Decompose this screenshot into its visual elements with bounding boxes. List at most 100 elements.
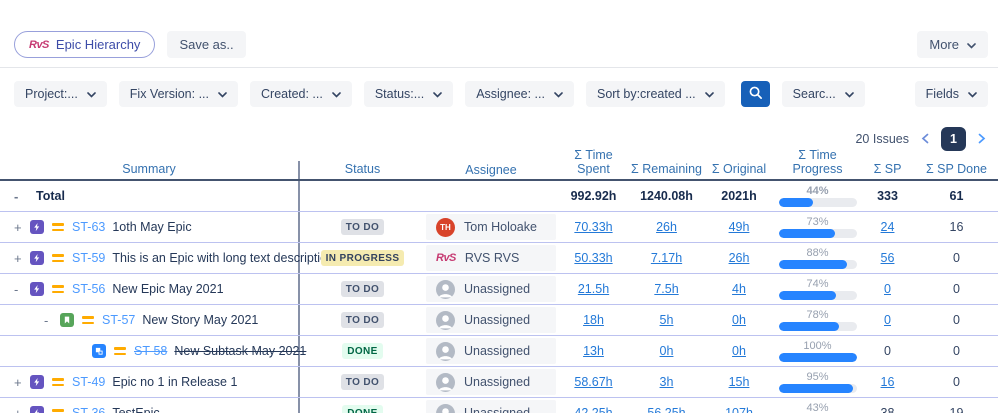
remaining-link[interactable]: 7.17h <box>651 251 682 265</box>
total-row: - Total 992.92h 1240.08h 2021h 44% 333 6… <box>0 181 998 212</box>
status-badge[interactable]: TO DO <box>340 281 385 297</box>
row-expander[interactable]: + <box>14 251 30 266</box>
filter-search-field[interactable]: Searc... <box>781 81 865 107</box>
status-badge[interactable]: TO DO <box>340 312 385 328</box>
prev-page-button[interactable] <box>921 132 929 147</box>
col-header-summary[interactable]: Summary <box>0 161 300 179</box>
issue-key-link[interactable]: ST-63 <box>72 220 105 234</box>
issue-key-link[interactable]: ST-36 <box>72 406 105 413</box>
search-button[interactable] <box>740 81 770 107</box>
original-link[interactable]: 0h <box>732 344 746 358</box>
issue-key-link[interactable]: ST-56 <box>72 282 105 296</box>
total-remaining: 1240.08h <box>640 189 693 203</box>
assignee-cell[interactable]: Unassigned <box>426 369 556 395</box>
filter-assignee[interactable]: Assignee: ... <box>465 81 574 107</box>
original-link[interactable]: 49h <box>729 220 750 234</box>
sp-done-value: 0 <box>953 344 960 358</box>
unassigned-avatar-icon <box>436 310 455 330</box>
original-link[interactable]: 4h <box>732 282 746 296</box>
filter-sort-label: Sort by:created ... <box>596 87 696 101</box>
time-spent-link[interactable]: 50.33h <box>574 251 612 265</box>
more-label: More <box>929 37 959 52</box>
status-badge[interactable]: DONE <box>342 343 383 359</box>
assignee-cell[interactable]: Unassigned <box>426 307 556 333</box>
assignee-cell[interactable]: Unassigned <box>426 400 556 413</box>
issue-summary[interactable]: New Subtask May 2021 <box>174 344 306 358</box>
fields-button[interactable]: Fields <box>914 81 988 107</box>
row-expander[interactable]: - <box>14 282 30 297</box>
issue-summary[interactable]: 1oth May Epic <box>112 220 191 234</box>
filter-status[interactable]: Status:... <box>363 81 454 107</box>
issue-key-link[interactable]: ST-57 <box>102 313 135 327</box>
remaining-link[interactable]: 56.25h <box>647 406 685 413</box>
remaining-link[interactable]: 26h <box>656 220 677 234</box>
row-expander[interactable]: + <box>14 220 30 235</box>
original-link[interactable]: 15h <box>729 375 750 389</box>
sp-done-value: 16 <box>949 220 964 234</box>
issue-key-link[interactable]: ST-58 <box>134 344 167 358</box>
assignee-cell[interactable]: Unassigned <box>426 338 556 364</box>
col-header-assignee[interactable]: Assignee <box>425 161 557 179</box>
status-badge[interactable]: TO DO <box>340 374 385 390</box>
col-header-time-progress[interactable]: Σ Time Progress <box>775 148 860 179</box>
epic-icon <box>30 282 44 296</box>
original-link[interactable]: 107h <box>725 406 753 413</box>
row-expander[interactable]: - <box>44 313 60 328</box>
progress-label: 88% <box>806 247 829 259</box>
next-page-button[interactable] <box>978 132 986 147</box>
total-expander[interactable]: - <box>14 189 30 204</box>
assignee-cell[interactable]: RvS RVS RVS <box>426 245 556 271</box>
filter-created[interactable]: Created: ... <box>250 81 352 107</box>
time-spent-link[interactable]: 70.33h <box>574 220 612 234</box>
issue-key-link[interactable]: ST-59 <box>72 251 105 265</box>
issue-key-link[interactable]: ST-49 <box>72 375 105 389</box>
priority-medium-icon <box>82 316 94 324</box>
issue-summary[interactable]: New Epic May 2021 <box>112 282 223 296</box>
col-header-status[interactable]: Status <box>300 162 425 179</box>
time-spent-link[interactable]: 58.67h <box>574 375 612 389</box>
filter-project[interactable]: Project:... <box>14 81 107 107</box>
col-header-sp[interactable]: Σ SP <box>860 162 915 179</box>
view-name-label: Epic Hierarchy <box>55 37 141 52</box>
col-header-sp-done[interactable]: Σ SP Done <box>915 162 998 179</box>
issue-summary[interactable]: TestEpic <box>112 406 159 413</box>
status-badge[interactable]: IN PROGRESS <box>320 250 405 266</box>
remaining-link[interactable]: 7.5h <box>654 282 678 296</box>
sp-link[interactable]: 0 <box>884 282 891 296</box>
remaining-link[interactable]: 0h <box>660 344 674 358</box>
issue-summary[interactable]: Epic no 1 in Release 1 <box>112 375 237 389</box>
col-header-original[interactable]: Σ Original <box>703 162 775 179</box>
story-icon <box>60 313 74 327</box>
filter-fix-version[interactable]: Fix Version: ... <box>118 81 238 107</box>
col-header-time-spent[interactable]: Σ Time Spent <box>557 148 630 179</box>
status-badge[interactable]: DONE <box>342 405 383 413</box>
current-page-button[interactable]: 1 <box>941 127 966 151</box>
fields-label: Fields <box>925 87 959 101</box>
more-button[interactable]: More <box>917 31 988 58</box>
chevron-down-icon <box>704 87 714 101</box>
sp-link[interactable]: 56 <box>881 251 895 265</box>
time-spent-link[interactable]: 13h <box>583 344 604 358</box>
sp-link[interactable]: 16 <box>881 375 895 389</box>
subtask-icon <box>92 344 106 358</box>
col-header-remaining[interactable]: Σ Remaining <box>630 162 703 179</box>
filter-sort[interactable]: Sort by:created ... <box>585 81 725 107</box>
time-spent-link[interactable]: 42.25h <box>574 406 612 413</box>
time-spent-link[interactable]: 18h <box>583 313 604 327</box>
issue-summary[interactable]: New Story May 2021 <box>142 313 258 327</box>
status-badge[interactable]: TO DO <box>340 219 385 235</box>
remaining-link[interactable]: 5h <box>660 313 674 327</box>
remaining-link[interactable]: 3h <box>660 375 674 389</box>
time-spent-link[interactable]: 21.5h <box>578 282 609 296</box>
assignee-cell[interactable]: TH Tom Holoake <box>426 214 556 240</box>
original-link[interactable]: 0h <box>732 313 746 327</box>
chevron-down-icon <box>968 87 977 101</box>
assignee-cell[interactable]: Unassigned <box>426 276 556 302</box>
sp-link[interactable]: 0 <box>884 313 891 327</box>
save-as-button[interactable]: Save as.. <box>167 31 246 58</box>
row-expander[interactable]: + <box>14 406 30 413</box>
original-link[interactable]: 26h <box>729 251 750 265</box>
row-expander[interactable]: + <box>14 375 30 390</box>
sp-link[interactable]: 24 <box>881 220 895 234</box>
view-selector-button[interactable]: RvS Epic Hierarchy <box>14 31 156 58</box>
